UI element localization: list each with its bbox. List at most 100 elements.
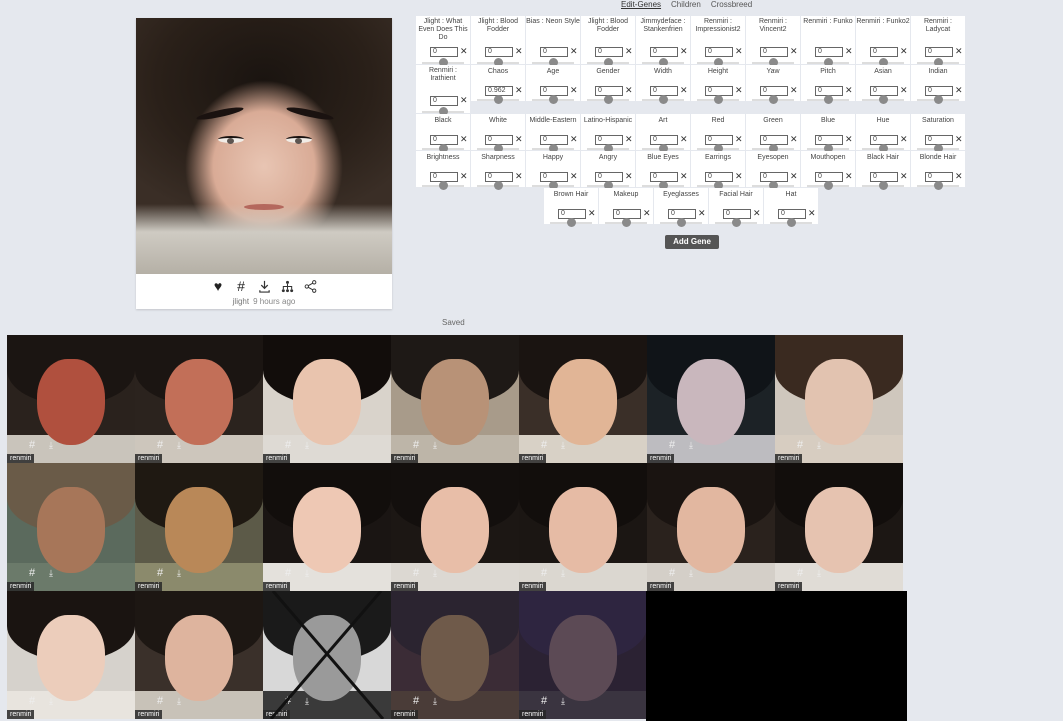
remove-gene-icon[interactable]: ✕ xyxy=(735,85,743,96)
thumb-username[interactable]: renmiri xyxy=(391,710,419,719)
download-icon[interactable] xyxy=(256,278,272,294)
gene-slider-knob[interactable] xyxy=(933,95,943,104)
remove-gene-icon[interactable]: ✕ xyxy=(588,208,596,219)
remove-gene-icon[interactable]: ✕ xyxy=(845,171,853,182)
remove-gene-icon[interactable]: ✕ xyxy=(680,171,688,182)
download-icon[interactable]: ⤓ xyxy=(433,568,437,579)
remove-gene-icon[interactable]: ✕ xyxy=(515,171,523,182)
remove-gene-icon[interactable]: ✕ xyxy=(900,134,908,145)
remove-gene-icon[interactable]: ✕ xyxy=(735,171,743,182)
saved-thumbnail[interactable]: # ⤓ renmiri xyxy=(7,463,135,591)
remove-gene-icon[interactable]: ✕ xyxy=(680,85,688,96)
card-username[interactable]: jlight xyxy=(233,297,249,306)
saved-thumbnail[interactable]: # ⤓ renmiri xyxy=(519,591,647,719)
hash-icon[interactable]: # xyxy=(541,695,547,707)
saved-thumbnail[interactable]: # ⤓ renmiri xyxy=(775,463,903,591)
thumb-username[interactable]: renmiri xyxy=(7,582,35,591)
gene-slider-knob[interactable] xyxy=(566,218,576,227)
gene-slider-knob[interactable] xyxy=(493,95,503,104)
download-icon[interactable]: ⤓ xyxy=(817,440,821,451)
hash-icon[interactable]: # xyxy=(157,695,163,707)
saved-thumbnail[interactable]: # ⤓ renmiri xyxy=(135,335,263,463)
remove-gene-icon[interactable]: ✕ xyxy=(900,171,908,182)
download-icon[interactable]: ⤓ xyxy=(433,696,437,707)
gene-slider-knob[interactable] xyxy=(823,181,833,190)
saved-thumbnail[interactable]: # ⤓ renmiri xyxy=(263,335,391,463)
gene-slider-knob[interactable] xyxy=(878,95,888,104)
remove-gene-icon[interactable]: ✕ xyxy=(735,134,743,145)
remove-gene-icon[interactable]: ✕ xyxy=(570,46,578,57)
download-icon[interactable]: ⤓ xyxy=(49,568,53,579)
remove-gene-icon[interactable]: ✕ xyxy=(680,46,688,57)
saved-thumbnail[interactable]: # ⤓ renmiri xyxy=(519,335,647,463)
download-icon[interactable]: ⤓ xyxy=(689,568,693,579)
download-icon[interactable]: ⤓ xyxy=(305,568,309,579)
download-icon[interactable]: ⤓ xyxy=(49,440,53,451)
remove-gene-icon[interactable]: ✕ xyxy=(460,46,468,57)
gene-value-input[interactable]: 0 xyxy=(540,47,568,57)
thumb-username[interactable]: renmiri xyxy=(519,710,547,719)
share-icon[interactable] xyxy=(302,278,318,294)
remove-gene-icon[interactable]: ✕ xyxy=(515,134,523,145)
remove-gene-icon[interactable]: ✕ xyxy=(570,134,578,145)
saved-thumbnail[interactable]: # ⤓ renmiri xyxy=(775,335,903,463)
thumb-username[interactable]: renmiri xyxy=(647,454,675,463)
thumb-username[interactable]: renmiri xyxy=(263,582,291,591)
hash-icon[interactable]: # xyxy=(797,567,803,579)
remove-gene-icon[interactable]: ✕ xyxy=(790,85,798,96)
remove-gene-icon[interactable]: ✕ xyxy=(845,134,853,145)
saved-thumbnail[interactable]: # ⤓ renmiri xyxy=(519,463,647,591)
hash-icon[interactable]: # xyxy=(797,439,803,451)
gene-value-input[interactable]: 0 xyxy=(485,47,513,57)
tab-edit-genes[interactable]: Edit-Genes xyxy=(621,0,661,9)
remove-gene-icon[interactable]: ✕ xyxy=(955,85,963,96)
tree-icon[interactable] xyxy=(279,278,295,294)
saved-thumbnail[interactable]: # ⤓ renmiri xyxy=(391,591,519,719)
remove-gene-icon[interactable]: ✕ xyxy=(790,171,798,182)
gene-value-input[interactable]: 0 xyxy=(430,47,458,57)
saved-thumbnail[interactable]: # ⤓ renmiri xyxy=(391,463,519,591)
saved-thumbnail[interactable]: # ⤓ renmiri xyxy=(391,335,519,463)
hash-icon[interactable]: # xyxy=(29,695,35,707)
download-icon[interactable]: ⤓ xyxy=(177,568,181,579)
remove-gene-icon[interactable]: ✕ xyxy=(790,134,798,145)
gene-value-input[interactable]: 0 xyxy=(650,47,678,57)
saved-thumbnail[interactable]: # ⤓ renmiri xyxy=(135,463,263,591)
gene-slider-knob[interactable] xyxy=(658,95,668,104)
thumb-username[interactable]: renmiri xyxy=(391,454,419,463)
hash-icon[interactable]: # xyxy=(29,567,35,579)
remove-gene-icon[interactable]: ✕ xyxy=(460,95,468,106)
remove-gene-icon[interactable]: ✕ xyxy=(808,208,816,219)
add-gene-button[interactable]: Add Gene xyxy=(665,235,719,249)
gene-slider-knob[interactable] xyxy=(878,181,888,190)
hash-icon[interactable]: # xyxy=(413,695,419,707)
download-icon[interactable]: ⤓ xyxy=(177,696,181,707)
download-icon[interactable]: ⤓ xyxy=(561,440,565,451)
hash-icon[interactable]: # xyxy=(285,567,291,579)
thumb-username[interactable]: renmiri xyxy=(7,710,35,719)
gene-slider-knob[interactable] xyxy=(786,218,796,227)
thumb-username[interactable]: renmiri xyxy=(135,710,163,719)
hash-icon[interactable]: # xyxy=(157,439,163,451)
hash-icon[interactable]: # xyxy=(541,439,547,451)
gene-value-input[interactable]: 0 xyxy=(870,47,898,57)
gene-slider-knob[interactable] xyxy=(621,218,631,227)
remove-gene-icon[interactable]: ✕ xyxy=(570,171,578,182)
hash-icon[interactable]: # xyxy=(541,567,547,579)
remove-gene-icon[interactable]: ✕ xyxy=(515,46,523,57)
remove-gene-icon[interactable]: ✕ xyxy=(845,85,853,96)
remove-gene-icon[interactable]: ✕ xyxy=(790,46,798,57)
saved-thumbnail[interactable]: # ⤓ renmiri xyxy=(647,463,775,591)
hash-icon[interactable]: # xyxy=(233,278,249,294)
download-icon[interactable]: ⤓ xyxy=(433,440,437,451)
remove-gene-icon[interactable]: ✕ xyxy=(625,171,633,182)
saved-thumbnail[interactable]: # ⤓ renmiri xyxy=(647,335,775,463)
thumb-username[interactable]: renmiri xyxy=(519,454,547,463)
download-icon[interactable]: ⤓ xyxy=(177,440,181,451)
download-icon[interactable]: ⤓ xyxy=(817,568,821,579)
gene-value-input[interactable]: 0 xyxy=(815,47,843,57)
remove-gene-icon[interactable]: ✕ xyxy=(955,46,963,57)
download-icon[interactable]: ⤓ xyxy=(561,568,565,579)
remove-gene-icon[interactable]: ✕ xyxy=(955,134,963,145)
hash-icon[interactable]: # xyxy=(29,439,35,451)
